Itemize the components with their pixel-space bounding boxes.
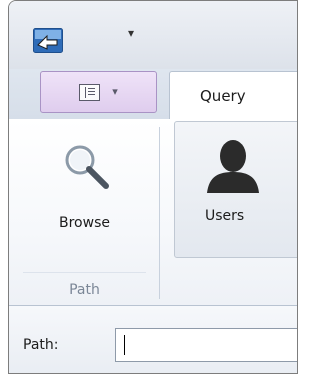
group-divider: [159, 127, 160, 299]
path-label: Path:: [23, 337, 59, 353]
app-menu-caret-icon: ▾: [112, 85, 118, 98]
text-caret: [124, 335, 125, 355]
tab-query-label: Query: [200, 87, 246, 105]
browse-label: Browse: [59, 215, 110, 231]
application-menu-button[interactable]: ▾: [40, 71, 157, 113]
tab-query[interactable]: Query: [169, 71, 297, 120]
browse-button[interactable]: Browse: [17, 127, 152, 262]
users-button[interactable]: Users: [174, 121, 297, 258]
path-input[interactable]: [115, 328, 297, 362]
ribbon-group-path: Browse Path: [17, 127, 152, 299]
ribbon-panel: Browse Path Users: [9, 119, 297, 306]
panel-layout-icon: [79, 84, 100, 101]
users-label: Users: [205, 208, 245, 224]
title-bar: ▾: [9, 1, 297, 69]
user-silhouette-icon: [207, 140, 259, 193]
customize-arrow-icon: ▾: [127, 26, 135, 40]
magnifier-icon: [65, 145, 109, 189]
path-input-field[interactable]: [116, 329, 297, 361]
pointer-arrow-icon[interactable]: [33, 28, 63, 53]
path-bar: Path:: [9, 306, 297, 373]
application-window: ▾ ▾ Query Browse Path Users Path:: [8, 0, 298, 374]
customize-qat-button[interactable]: ▾: [122, 25, 140, 41]
group-label-path: Path: [69, 282, 100, 298]
group-separator: [23, 272, 146, 273]
